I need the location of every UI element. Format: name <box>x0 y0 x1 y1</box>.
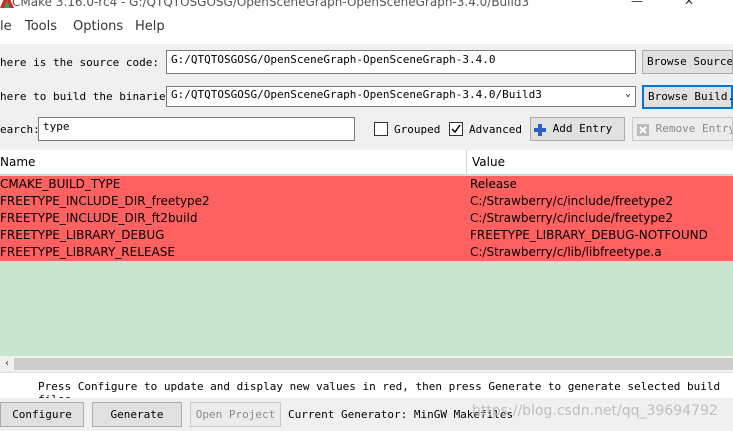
row-name: FREETYPE_INCLUDE_DIR_ft2build <box>0 211 198 225</box>
build-label: here to build the binaries: <box>0 90 179 103</box>
menu-options[interactable]: Options <box>73 19 123 34</box>
title-bar: CMake 3.16.0-rc4 - G:/QTQTOSGOSG/OpenSce… <box>0 0 733 10</box>
row-value: Release <box>470 177 517 191</box>
minimize-icon[interactable]: — <box>631 0 643 8</box>
source-label: here is the source code: <box>0 56 159 69</box>
menu-file[interactable]: le <box>0 19 12 34</box>
build-combobox-value: G:/QTQTOSGOSG/OpenSceneGraph-OpenSceneGr… <box>171 88 542 101</box>
row-value: FREETYPE_LIBRARY_DEBUG-NOTFOUND <box>470 228 708 242</box>
column-divider[interactable] <box>466 150 467 175</box>
advanced-label: Advanced <box>469 123 522 136</box>
plus-icon <box>534 122 546 136</box>
menu-help[interactable]: Help <box>135 19 165 34</box>
grouped-checkbox[interactable] <box>374 122 388 136</box>
menu-bar: le Tools Options Help <box>0 10 733 44</box>
row-value: C:/Strawberry/c/lib/libfreetype.a <box>470 245 662 259</box>
source-input[interactable]: G:/QTQTOSGOSG/OpenSceneGraph-OpenSceneGr… <box>166 50 636 74</box>
table-row[interactable]: FREETYPE_LIBRARY_RELEASE C:/Strawberry/c… <box>0 244 733 261</box>
output-panel: Press Configure to update and display ne… <box>0 372 733 406</box>
watermark: https://blog.csdn.net/qq_39694792 <box>472 403 718 419</box>
scrollbar-thumb[interactable] <box>14 358 733 370</box>
grouped-label: Grouped <box>394 123 441 136</box>
close-icon[interactable]: ✕ <box>684 0 694 8</box>
name-column-header[interactable]: Name <box>0 155 35 169</box>
chevron-down-icon[interactable]: ⌄ <box>625 88 631 99</box>
table-header: Name Value <box>0 150 733 175</box>
add-entry-label: Add Entry <box>552 122 613 135</box>
table-row[interactable]: FREETYPE_INCLUDE_DIR_freetype2 C:/Strawb… <box>0 193 733 210</box>
open-project-button[interactable]: Open Project <box>190 402 281 427</box>
search-input[interactable]: type <box>38 117 355 141</box>
search-label: earch: <box>0 123 40 136</box>
generate-button[interactable]: Generate <box>92 402 182 427</box>
row-name: FREETYPE_LIBRARY_DEBUG <box>0 228 165 242</box>
table-row[interactable]: CMAKE_BUILD_TYPE Release <box>0 176 733 193</box>
row-value: C:/Strawberry/c/include/freetype2 <box>470 194 673 208</box>
row-name: CMAKE_BUILD_TYPE <box>0 177 121 191</box>
row-name: FREETYPE_INCLUDE_DIR_freetype2 <box>0 194 210 208</box>
checkmark-icon <box>451 124 461 134</box>
browse-source-button[interactable]: Browse Source... <box>642 50 733 74</box>
remove-icon <box>637 122 649 136</box>
browse-build-button[interactable]: Browse Build... <box>642 85 733 109</box>
build-combobox[interactable]: G:/QTQTOSGOSG/OpenSceneGraph-OpenSceneGr… <box>166 86 636 107</box>
window-title: CMake 3.16.0-rc4 - G:/QTQTOSGOSG/OpenSce… <box>12 0 530 9</box>
table-row[interactable]: FREETYPE_LIBRARY_DEBUG FREETYPE_LIBRARY_… <box>0 227 733 244</box>
cache-table[interactable]: Name Value CMAKE_BUILD_TYPE Release FREE… <box>0 150 733 358</box>
menu-tools[interactable]: Tools <box>25 19 57 34</box>
row-value: C:/Strawberry/c/include/freetype2 <box>470 211 673 225</box>
remove-entry-button[interactable]: Remove Entry <box>632 117 733 141</box>
bottom-bar: Configure Generate Open Project Current … <box>0 398 733 431</box>
table-row[interactable]: FREETYPE_INCLUDE_DIR_ft2build C:/Strawbe… <box>0 210 733 227</box>
scroll-left-icon[interactable]: ‹ <box>0 356 14 372</box>
row-name: FREETYPE_LIBRARY_RELEASE <box>0 245 175 259</box>
remove-entry-label: Remove Entry <box>655 122 733 135</box>
table-rows: CMAKE_BUILD_TYPE Release FREETYPE_INCLUD… <box>0 176 733 261</box>
horizontal-scrollbar[interactable]: ‹ <box>0 356 733 372</box>
add-entry-button[interactable]: Add Entry <box>530 117 625 141</box>
configure-button[interactable]: Configure <box>0 402 84 427</box>
advanced-checkbox[interactable] <box>449 122 463 136</box>
value-column-header[interactable]: Value <box>472 155 505 169</box>
